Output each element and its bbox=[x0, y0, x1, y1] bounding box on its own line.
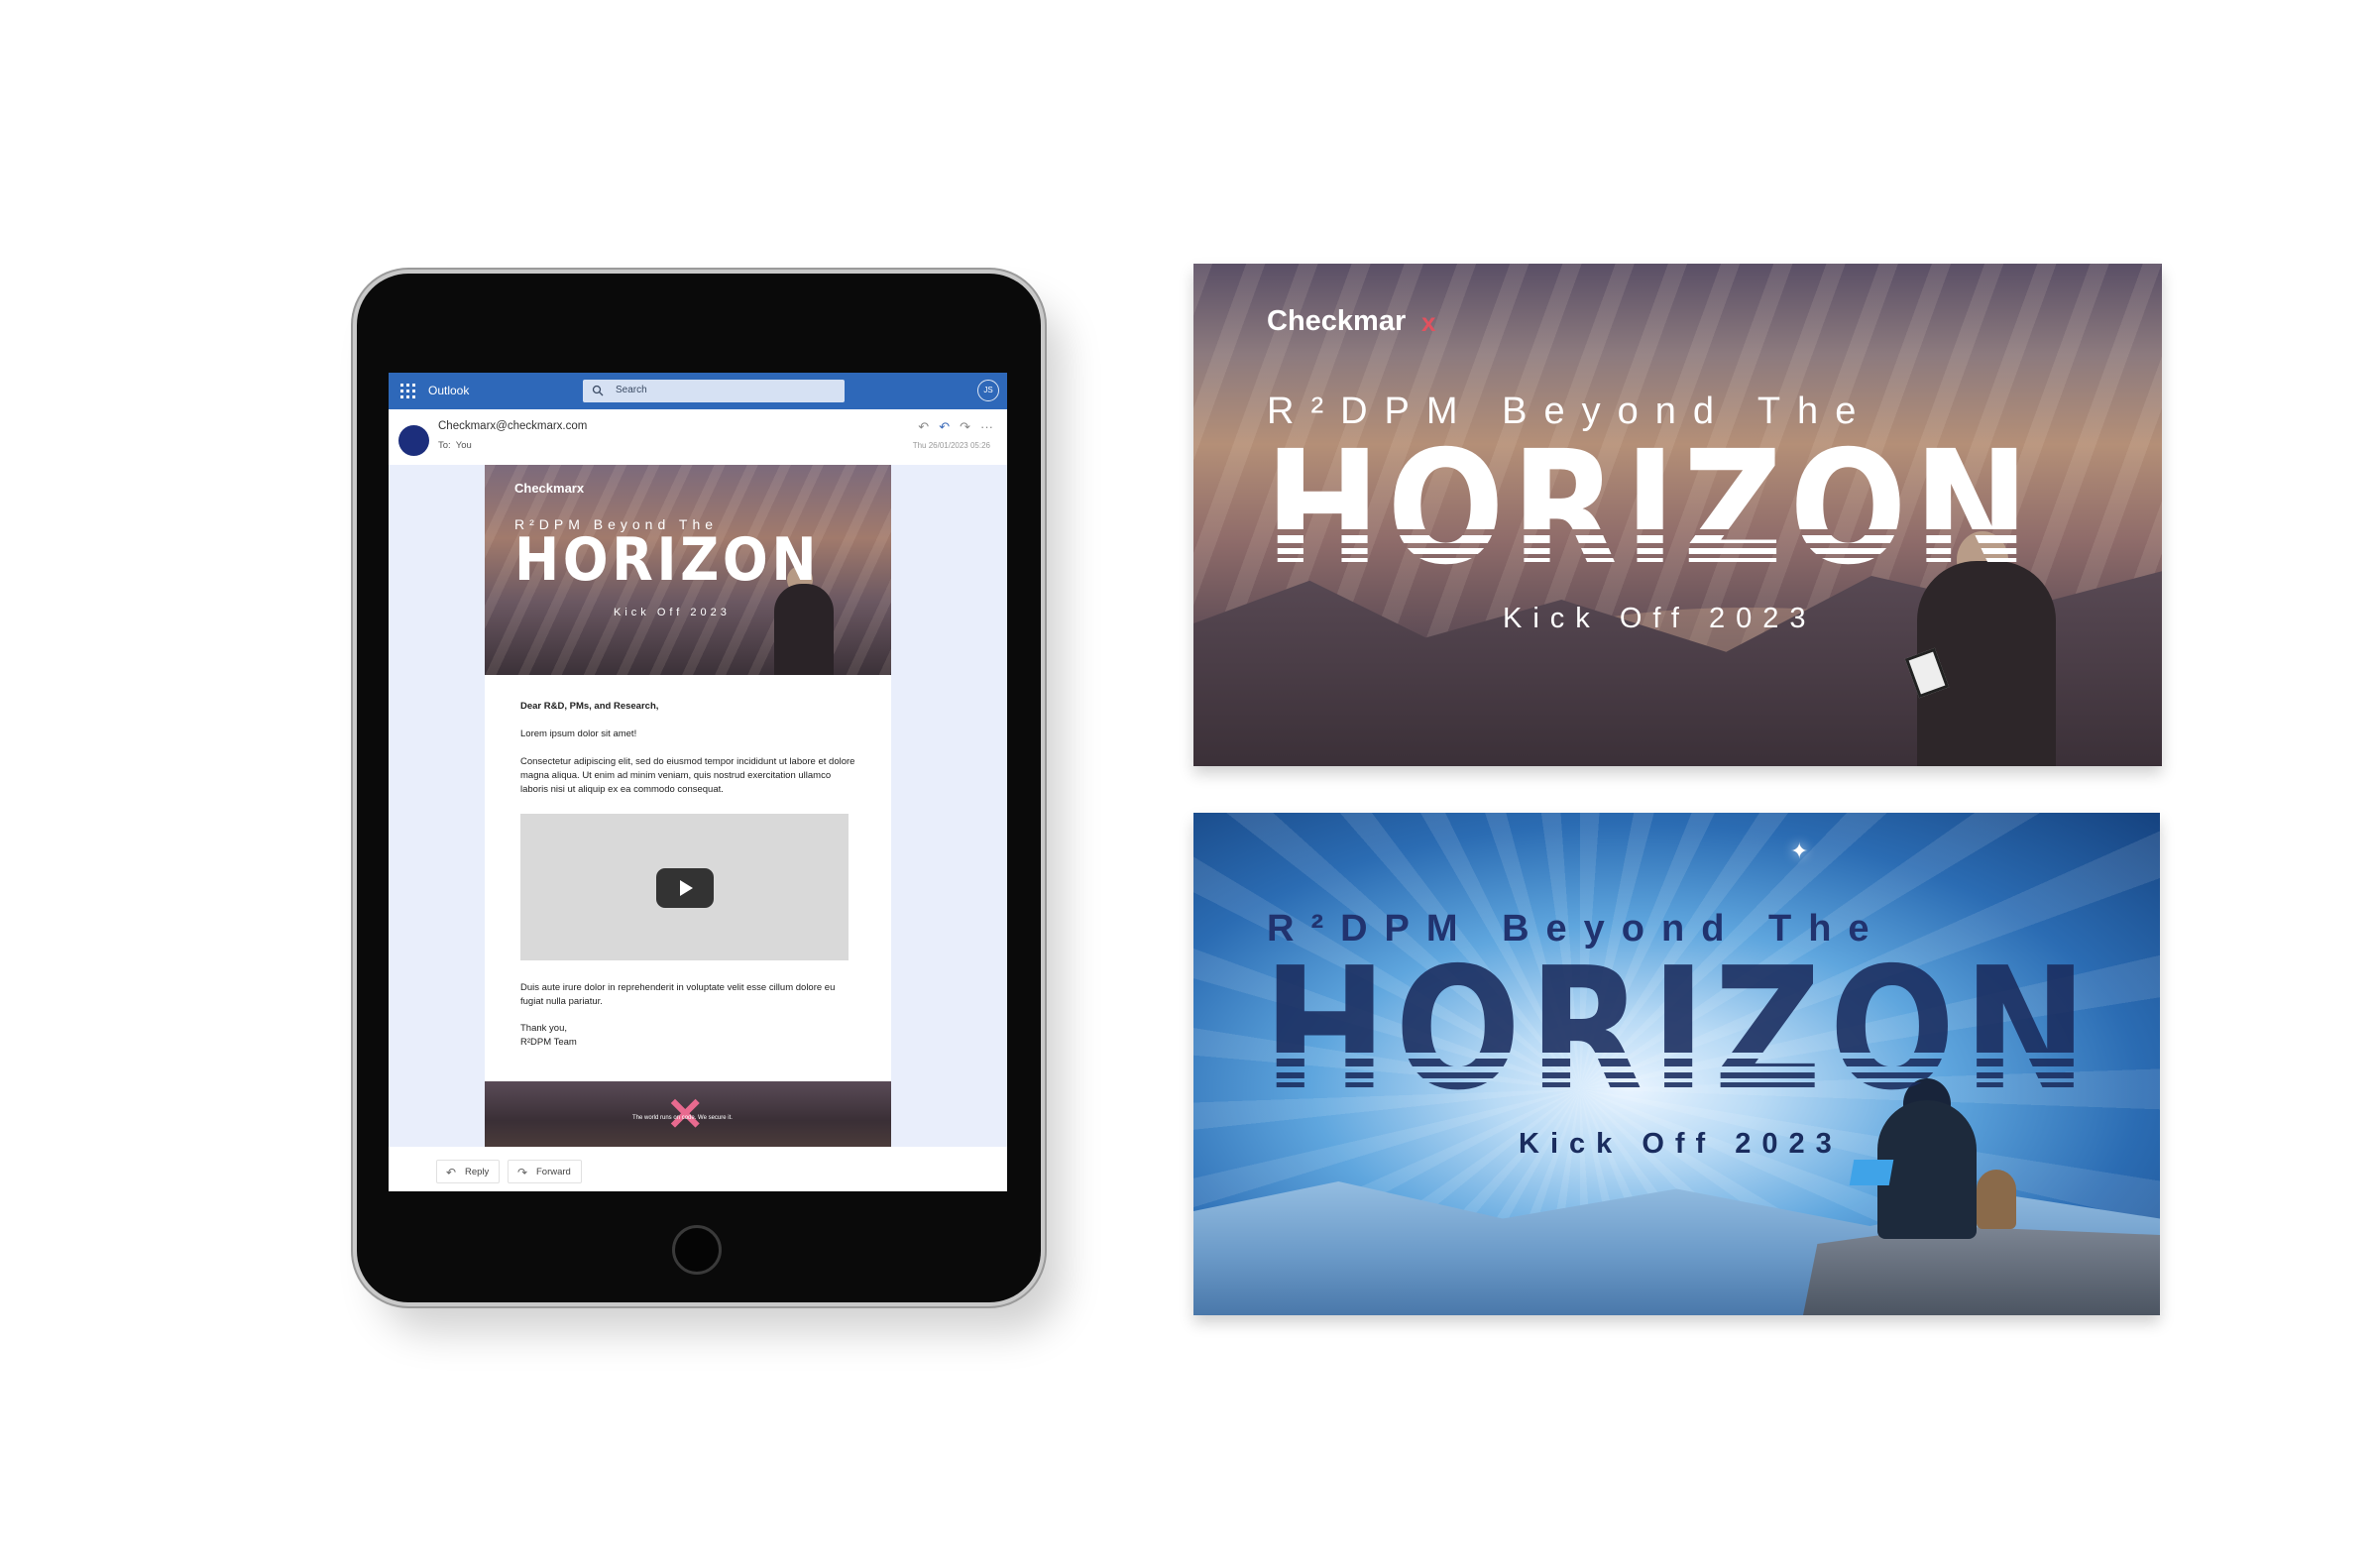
email-card: Checkmarx R²DPM Beyond The HORIZON Kick … bbox=[485, 465, 891, 1147]
brand-logo-text: Checkmar bbox=[1267, 305, 1407, 337]
message-date: Thu 26/01/2023 05:26 bbox=[912, 441, 990, 450]
reply-icon[interactable]: ↶ bbox=[918, 419, 929, 435]
person-sitting bbox=[1877, 1100, 1977, 1239]
reply-button[interactable]: ↶ Reply bbox=[436, 1160, 501, 1183]
reply-all-icon[interactable]: ↶ bbox=[939, 419, 950, 435]
email-paragraph1: Consectetur adipiscing elit, sed do eius… bbox=[520, 756, 855, 795]
search-icon bbox=[592, 385, 604, 396]
to-value: You bbox=[455, 440, 472, 451]
forward-button[interactable]: ↷ Forward bbox=[508, 1160, 582, 1183]
reply-bar: ↶ Reply ↷ Forward bbox=[389, 1147, 1007, 1191]
user-avatar[interactable]: JS bbox=[977, 380, 999, 401]
email-line1: Lorem ipsum dolor sit amet! bbox=[520, 728, 637, 739]
banner-title: HORIZON bbox=[1265, 417, 2037, 600]
reply-icon: ↶ bbox=[446, 1166, 457, 1179]
tablet-screen: Outlook Search JS Checkmarx@checkmarx.co… bbox=[389, 373, 1007, 1191]
search-box[interactable]: Search bbox=[583, 380, 845, 402]
laptop-icon bbox=[1849, 1160, 1894, 1185]
play-icon[interactable] bbox=[656, 868, 714, 908]
email-signoff: Thank you, bbox=[520, 1023, 567, 1034]
brand-logo-x: x bbox=[1421, 307, 1436, 337]
outlook-top-bar: Outlook Search JS bbox=[389, 373, 1007, 409]
email-greeting: Dear R&D, PMs, and Research, bbox=[520, 701, 659, 712]
recipient-line: To: You bbox=[438, 440, 472, 451]
search-placeholder: Search bbox=[616, 385, 647, 395]
footer-tagline: The world runs on code. We secure it. bbox=[632, 1115, 733, 1121]
hero-title: HORIZON bbox=[514, 525, 821, 595]
message-header: Checkmarx@checkmarx.com To: You ↶ ↶ ↷ ··… bbox=[389, 409, 1007, 465]
home-button[interactable] bbox=[672, 1225, 722, 1275]
email-hero-image: Checkmarx R²DPM Beyond The HORIZON Kick … bbox=[485, 465, 891, 675]
rock-shape bbox=[1803, 1226, 2160, 1315]
banner-blue: ✦ R²DPM Beyond The HORIZON Kick Off 2023 bbox=[1193, 813, 2160, 1315]
banner-kicker: Kick Off 2023 bbox=[1519, 1128, 1843, 1160]
checkmarx-x-logo: ✕ bbox=[666, 1088, 705, 1140]
dog-shape bbox=[1977, 1170, 2016, 1229]
video-embed[interactable] bbox=[520, 814, 849, 960]
banner-subtitle: R²DPM Beyond The bbox=[1267, 391, 1873, 432]
reply-label: Reply bbox=[465, 1167, 490, 1177]
more-icon[interactable]: ··· bbox=[980, 419, 993, 435]
waffle-icon[interactable] bbox=[400, 384, 415, 398]
email-signature: R²DPM Team bbox=[520, 1037, 577, 1048]
hero-brand: Checkmarx bbox=[514, 481, 585, 496]
email-paragraph2: Duis aute irure dolor in reprehenderit i… bbox=[520, 982, 836, 1007]
hero-kicker: Kick Off 2023 bbox=[614, 607, 731, 618]
to-label: To: bbox=[438, 440, 451, 451]
banner-title: HORIZON bbox=[1263, 932, 2096, 1128]
forward-icon: ↷ bbox=[517, 1166, 528, 1179]
star-icon: ✦ bbox=[1790, 839, 1809, 863]
hero-person bbox=[774, 584, 834, 675]
message-actions: ↶ ↶ ↷ ··· bbox=[918, 419, 993, 435]
forward-label: Forward bbox=[536, 1167, 571, 1177]
app-title: Outlook bbox=[428, 384, 470, 397]
message-body-area[interactable]: Checkmarx R²DPM Beyond The HORIZON Kick … bbox=[389, 465, 1007, 1147]
tablet-device: Outlook Search JS Checkmarx@checkmarx.co… bbox=[357, 274, 1041, 1302]
banner-sunset: Checkmar x R²DPM Beyond The HORIZON Kick… bbox=[1193, 264, 2162, 766]
forward-icon[interactable]: ↷ bbox=[960, 419, 970, 435]
sender-address: Checkmarx@checkmarx.com bbox=[438, 420, 588, 432]
sender-avatar bbox=[398, 425, 429, 456]
banner-kicker: Kick Off 2023 bbox=[1503, 603, 1817, 634]
banner-subtitle: R²DPM Beyond The bbox=[1267, 908, 1886, 950]
email-footer-image: ✕ The world runs on code. We secure it. bbox=[485, 1081, 891, 1147]
